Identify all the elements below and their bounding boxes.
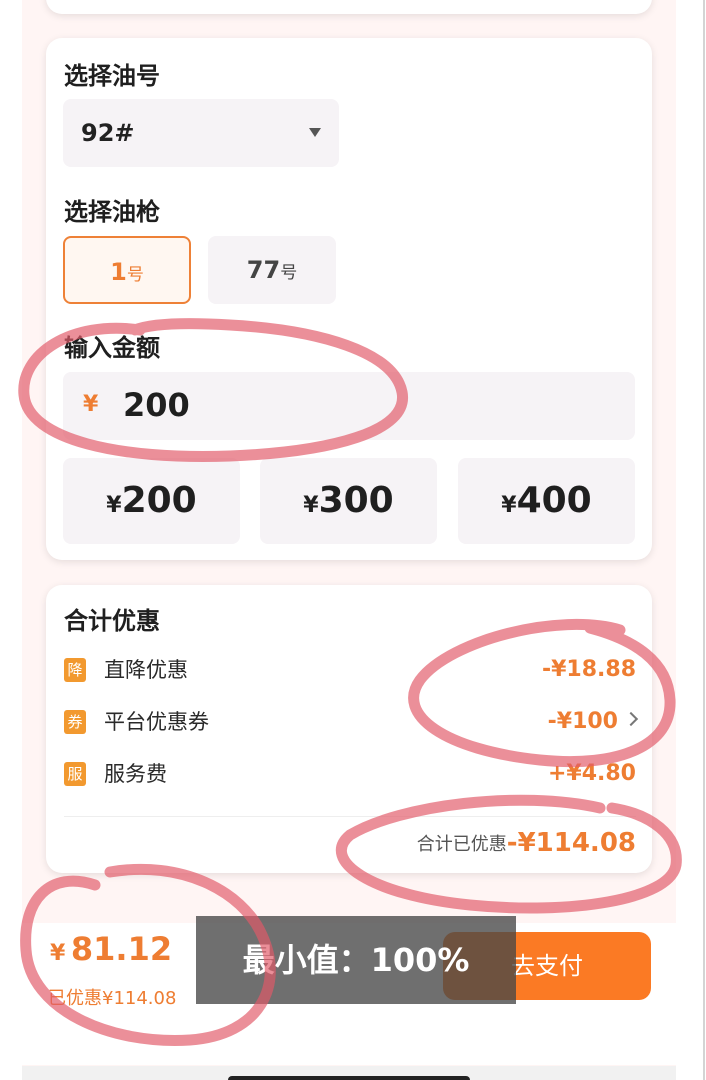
total-discount: 合计已优惠-¥114.08 [417,828,636,858]
currency-symbol: ¥ [83,392,99,417]
quick-amount-200-button[interactable]: ¥200 [63,458,240,544]
right-edge-line [703,0,705,1080]
discount-badge-icon: 降 [64,658,86,682]
total-discount-label: 合计已优惠 [416,834,507,855]
quick-amount-value: 200 [121,480,197,521]
quick-amount-value: 300 [318,480,394,521]
quick-amount-value: 400 [516,480,592,521]
right-margin [676,0,706,1080]
currency-symbol: ¥ [50,941,66,966]
gun-unit: 号 [126,265,144,285]
caret-down-icon [309,128,321,137]
discount-label: 平台优惠券 [104,710,209,734]
gun-option-77[interactable]: 77号 [208,236,336,304]
service-badge-icon: 服 [64,762,86,786]
gun-number: 77 [246,256,281,284]
quick-amount-400-button[interactable]: ¥400 [458,458,635,544]
home-indicator [228,1076,470,1080]
amount-input[interactable]: ¥ 200 [63,372,635,440]
amount-value: 200 [123,386,190,424]
discount-row-service-fee: 服 服务费 +¥4.80 [64,760,636,790]
discount-label: 直降优惠 [104,658,188,682]
currency-symbol: ¥ [501,493,517,518]
discount-section-title: 合计优惠 [64,607,160,635]
divider [64,816,636,817]
discount-row-coupon[interactable]: 券 平台优惠券 -¥100 [64,708,639,738]
gun-number: 1 [110,258,127,286]
toast-message: 最小值：100% [196,916,516,1004]
quick-amount-300-button[interactable]: ¥300 [260,458,437,544]
discount-label: 服务费 [104,762,167,786]
pay-saved-text: 已优惠¥114.08 [48,988,177,1009]
discount-row-direct: 降 直降优惠 -¥18.88 [64,656,636,686]
fuel-section-title: 选择油号 [64,62,160,90]
fuel-type-value: 92# [81,119,135,147]
pay-button-label: 去支付 [511,952,583,980]
currency-symbol: ¥ [303,493,319,518]
fuel-type-select[interactable]: 92# [63,99,339,167]
coupon-badge-icon: 券 [64,710,86,734]
previous-card [46,0,652,14]
discount-value: -¥18.88 [541,657,636,682]
pay-total-value: 81.12 [70,930,173,968]
chevron-right-icon [623,711,639,727]
amount-section-title: 输入金额 [64,334,160,362]
pay-total: ¥ 81.12 [50,930,172,968]
gun-unit: 号 [280,263,298,283]
total-discount-value: -¥114.08 [506,828,636,858]
discount-value: +¥4.80 [547,761,636,786]
currency-symbol: ¥ [106,493,122,518]
gun-option-1[interactable]: 1号 [63,236,191,304]
discount-value: -¥100 [547,709,618,734]
gun-section-title: 选择油枪 [64,198,160,226]
